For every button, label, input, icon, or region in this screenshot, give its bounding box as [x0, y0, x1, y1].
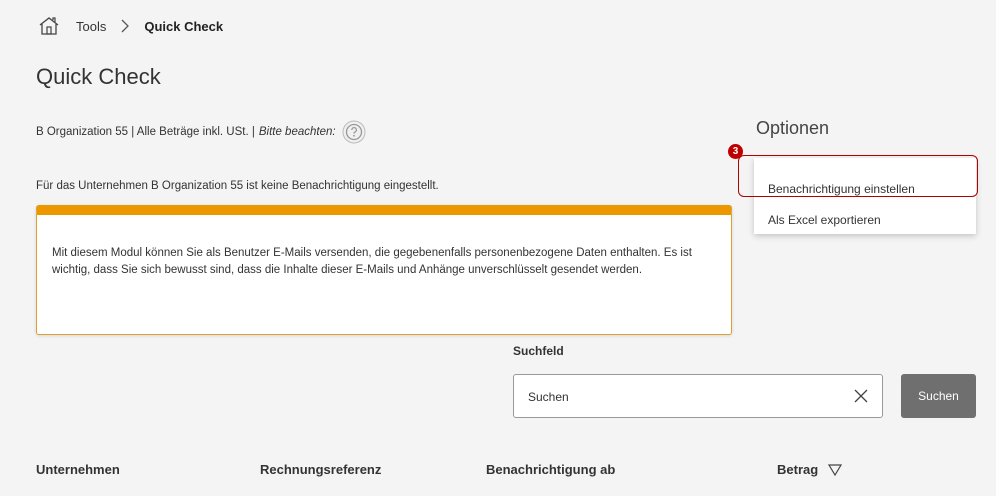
table-header: Unternehmen Rechnungsreferenz Benachrich…: [36, 462, 976, 486]
options-title: Optionen: [756, 118, 830, 138]
menu-item-set-notification[interactable]: Benachrichtigung einstellen: [768, 182, 915, 196]
column-header-notification-from[interactable]: Benachrichtigung ab: [486, 462, 615, 477]
notification-status-text: Für das Unternehmen B Organization 55 is…: [36, 180, 439, 192]
content-area: Tools Quick Check Quick Check B Organiza…: [4, 8, 992, 496]
search-input[interactable]: [526, 375, 830, 419]
column-header-label: Rechnungsreferenz: [260, 462, 382, 477]
warning-box: Mit diesem Modul können Sie als Benutzer…: [36, 205, 732, 335]
column-header-label: Betrag: [777, 462, 819, 477]
page-title: Quick Check: [36, 64, 161, 89]
help-icon[interactable]: [342, 120, 366, 144]
org-info: B Organization 55 | Alle Beträge inkl. U…: [36, 120, 366, 144]
step-badge: 3: [728, 144, 743, 159]
chevron-right-icon: [120, 18, 130, 34]
close-icon[interactable]: [854, 389, 868, 403]
column-header-invoice-reference[interactable]: Rechnungsreferenz: [260, 462, 381, 477]
options-menu: Benachrichtigung einstellen Als Excel ex…: [754, 158, 976, 234]
column-header-label: Unternehmen: [36, 462, 120, 477]
search-button[interactable]: Suchen: [901, 374, 976, 418]
breadcrumb-item-current: Quick Check: [144, 18, 224, 34]
search-field: [513, 374, 883, 419]
column-header-company[interactable]: Unternehmen: [36, 462, 120, 477]
sort-down-icon[interactable]: [828, 463, 843, 476]
menu-item-export-excel[interactable]: Als Excel exportieren: [768, 213, 881, 227]
column-header-label: Benachrichtigung ab: [486, 462, 616, 477]
breadcrumb-item-tools[interactable]: Tools: [76, 19, 106, 34]
page: Tools Quick Check Quick Check B Organiza…: [4, 8, 992, 496]
warning-text: Mit diesem Modul können Sie als Benutzer…: [52, 247, 692, 276]
search-label: Suchfeld: [513, 344, 564, 358]
note-label: Bitte beachten:: [258, 126, 336, 138]
home-icon[interactable]: [38, 16, 60, 36]
org-info-text: B Organization 55 | Alle Beträge inkl. U…: [36, 126, 255, 138]
breadcrumb: Tools Quick Check: [38, 16, 223, 36]
column-header-amount[interactable]: Betrag: [777, 462, 843, 477]
